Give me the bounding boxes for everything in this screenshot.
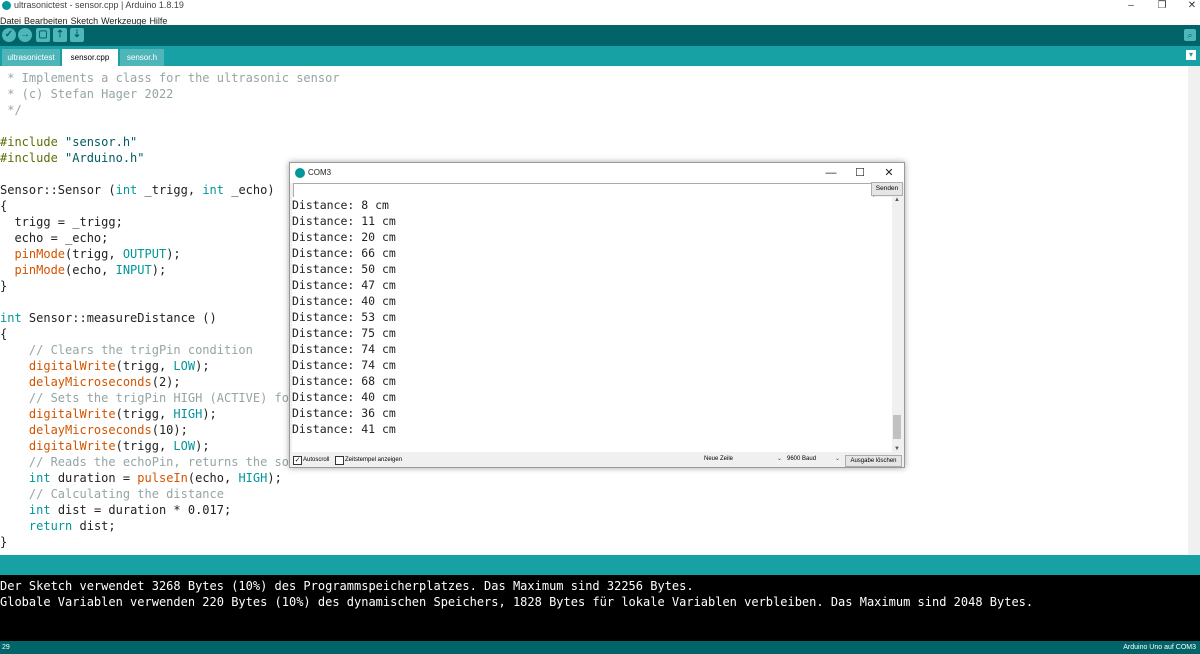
serial-output-line: Distance: 47 cm: [292, 278, 396, 292]
save-sketch-icon[interactable]: ⇣: [70, 28, 84, 42]
serial-input-field[interactable]: [293, 183, 874, 198]
timestamp-label: Zeitstempel anzeigen: [345, 457, 403, 463]
board-port-status: Arduino Uno auf COM3: [1123, 644, 1196, 651]
console-output: Der Sketch verwendet 3268 Bytes (10%) de…: [0, 575, 1200, 641]
send-button[interactable]: Senden: [871, 182, 903, 196]
serial-output-line: Distance: 66 cm: [292, 246, 396, 260]
timestamp-checkbox[interactable]: [335, 456, 344, 465]
chevron-down-icon: ⌄: [834, 456, 840, 462]
tab-ultrasonictest[interactable]: ultrasonictest: [2, 49, 60, 66]
close-button[interactable]: ✕: [1185, 0, 1199, 11]
code-line: int dist = duration * 0.017;: [28, 503, 232, 517]
status-bar: [0, 555, 1200, 575]
scroll-down-icon[interactable]: ▼: [892, 446, 902, 452]
console-line: Globale Variablen verwenden 220 Bytes (1…: [0, 595, 1034, 609]
tab-bar: ultrasonictest sensor.cpp sensor.h ▾: [0, 46, 1200, 66]
serial-maximize-button[interactable]: ☐: [850, 163, 870, 183]
code-line: * Implements a class for the ultrasonic …: [0, 71, 340, 85]
serial-output-line: Distance: 41 cm: [292, 422, 396, 436]
baud-rate-value: 9600 Baud: [787, 456, 817, 462]
code-line: int duration = pulseIn(echo, HIGH);: [28, 471, 282, 485]
arduino-icon: [295, 168, 305, 178]
serial-output-line: Distance: 68 cm: [292, 374, 396, 388]
baud-rate-select[interactable]: 9600 Baud ⌄: [787, 455, 842, 464]
window-title: ultrasonictest - sensor.cpp | Arduino 1.…: [14, 0, 184, 10]
serial-output-line: Distance: 74 cm: [292, 358, 396, 372]
footer-bar: 29 Arduino Uno auf COM3: [0, 641, 1200, 654]
scroll-thumb[interactable]: [893, 415, 901, 439]
code-line: }: [0, 535, 8, 549]
upload-icon[interactable]: →: [18, 28, 32, 42]
checkmark-icon: ✓: [294, 457, 301, 464]
chevron-down-icon: ⌄: [776, 456, 782, 462]
open-sketch-icon[interactable]: ⇡: [53, 28, 67, 42]
serial-output-line: Distance: 36 cm: [292, 406, 396, 420]
serial-monitor-icon[interactable]: ⌕: [1184, 29, 1196, 41]
serial-monitor-window: COM3 — ☐ ✕ Senden Distance: 8 cm Distance…: [289, 162, 905, 468]
new-sketch-icon[interactable]: ▢: [36, 28, 50, 42]
code-line: #include "sensor.h": [0, 135, 138, 149]
code-line: */: [0, 103, 22, 117]
serial-output-line: Distance: 50 cm: [292, 262, 396, 276]
toolbar: ✓ → ▢ ⇡ ⇣ ⌕: [0, 25, 1200, 46]
serial-output-line: Distance: 20 cm: [292, 230, 396, 244]
title-bar: ultrasonictest - sensor.cpp | Arduino 1.…: [0, 0, 1200, 11]
code-line: // Calculating the distance: [0, 487, 224, 501]
line-number: 29: [2, 644, 10, 651]
code-line: * (c) Stefan Hager 2022: [0, 87, 174, 101]
autoscroll-checkbox[interactable]: ✓: [293, 456, 302, 465]
editor-scrollbar[interactable]: [1188, 66, 1200, 555]
maximize-button[interactable]: ❐: [1155, 0, 1169, 11]
serial-monitor-title-bar: COM3 — ☐ ✕: [290, 163, 904, 183]
serial-minimize-button[interactable]: —: [821, 163, 841, 183]
serial-bottom-bar: ✓ Autoscroll Zeitstempel anzeigen Neue Z…: [290, 453, 904, 467]
tab-sensor-h[interactable]: sensor.h: [120, 49, 164, 66]
clear-output-button[interactable]: Ausgabe löschen: [845, 455, 902, 467]
serial-close-button[interactable]: ✕: [879, 163, 899, 183]
minimize-button[interactable]: ‒: [1124, 0, 1138, 11]
tab-menu-icon[interactable]: ▾: [1186, 50, 1196, 60]
line-ending-select[interactable]: Neue Zeile ⌄: [704, 455, 784, 464]
serial-output: Distance: 8 cm Distance: 11 cm Distance: 2…: [292, 197, 892, 452]
code-line: return dist;: [28, 519, 116, 533]
serial-scrollbar[interactable]: ▲ ▼: [892, 197, 902, 452]
tab-sensor-cpp[interactable]: sensor.cpp: [62, 49, 118, 66]
arduino-app-icon: [2, 1, 11, 10]
serial-monitor-title: COM3: [308, 168, 332, 177]
verify-icon[interactable]: ✓: [2, 28, 16, 42]
serial-output-line: Distance: 40 cm: [292, 390, 396, 404]
autoscroll-label: Autoscroll: [303, 457, 330, 463]
serial-output-line: Distance: 11 cm: [292, 214, 396, 228]
scroll-up-icon[interactable]: ▲: [892, 197, 902, 203]
menu-bar: Datei Bearbeiten Sketch Werkzeuge Hilfe: [0, 11, 1200, 26]
serial-output-line: Distance: 74 cm: [292, 342, 396, 356]
serial-output-line: Distance: 8 cm: [292, 198, 389, 212]
serial-output-line: Distance: 40 cm: [292, 294, 396, 308]
console-line: Der Sketch verwendet 3268 Bytes (10%) de…: [0, 579, 694, 593]
serial-output-line: Distance: 53 cm: [292, 310, 396, 324]
serial-output-line: Distance: 75 cm: [292, 326, 396, 340]
line-ending-value: Neue Zeile: [704, 456, 734, 462]
